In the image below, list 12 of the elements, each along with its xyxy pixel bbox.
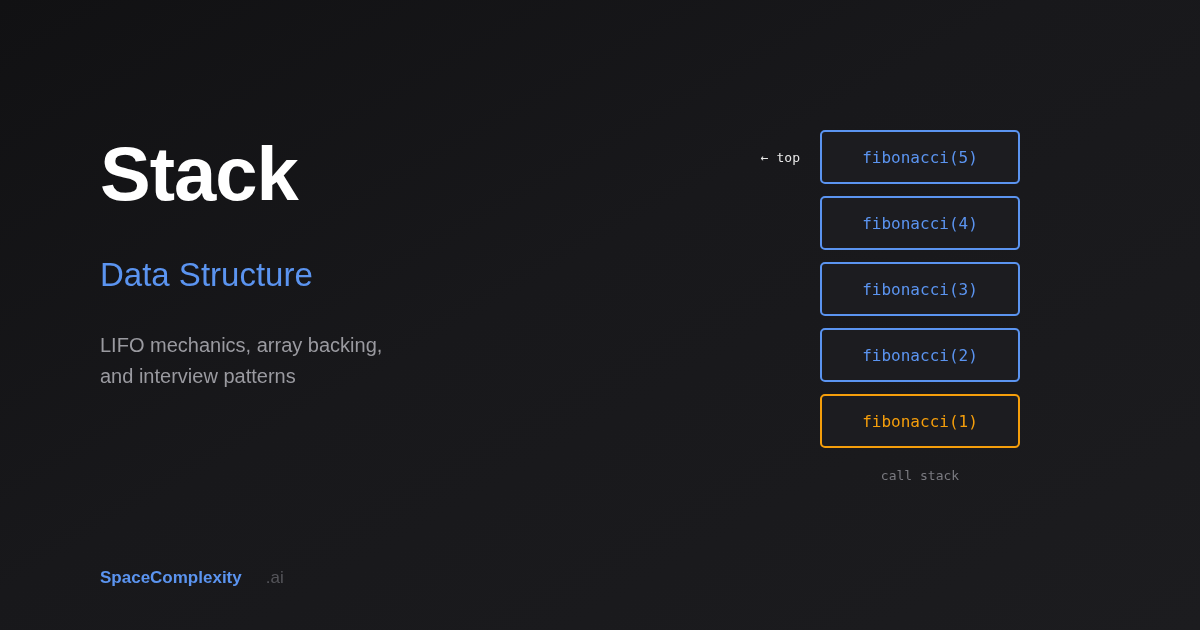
stack-frame: fibonacci(2) [820,328,1020,382]
stack-frame: fibonacci(4) [820,196,1020,250]
title: Stack [100,132,298,216]
top-marker: ← top [760,149,800,165]
subtitle: Data Structure [100,255,313,294]
stack-frame: fibonacci(5) [820,130,1020,184]
stack-frame: fibonacci(3) [820,262,1020,316]
brand-suffix: .ai [265,568,284,588]
stack-caption: call stack [880,468,960,483]
stack-frame: fibonacci(1) [820,394,1020,448]
description: LIFO mechanics, array backing, and interview patterns [100,332,384,389]
brand-name: SpaceComplexity [100,568,242,588]
